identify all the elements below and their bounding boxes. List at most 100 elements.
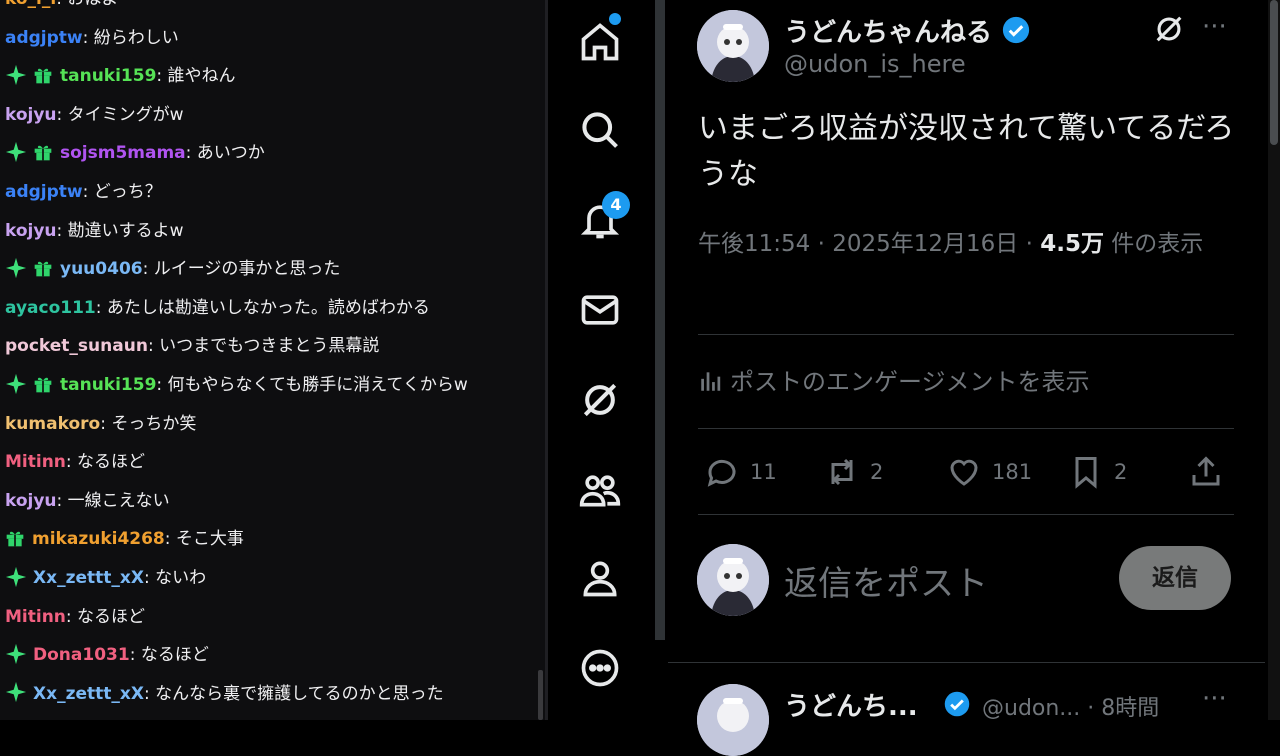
chat-text: : なるほど [65, 606, 146, 627]
chat-message: ko_i_i: おはよ [5, 0, 118, 18]
chat-message: yuu0406: ルイージの事かと思った [5, 250, 340, 288]
next-post-author[interactable]: うどんち... [784, 686, 918, 723]
scrollbar-thumb[interactable] [1270, 0, 1278, 145]
side-nav [548, 0, 653, 720]
star-badge-icon [5, 682, 27, 703]
chat-username[interactable]: sojsm5mama [60, 143, 186, 163]
reply-button[interactable]: 返信 [1119, 546, 1231, 610]
communities-icon[interactable] [574, 464, 626, 516]
repost-count: 2 [870, 460, 884, 484]
view-engagement-link[interactable]: ポストのエンゲージメントを表示 [698, 362, 1090, 397]
heart-icon [950, 459, 978, 486]
reply-bubble-icon [707, 459, 736, 487]
chat-text: : 紛らわしい [82, 27, 179, 48]
post-time[interactable]: 午後11:54 · 2025年12月16日 · [698, 231, 1040, 257]
chat-username[interactable]: adgjptw [5, 182, 83, 202]
author-handle[interactable]: @udon_is_here [784, 50, 966, 78]
chat-username[interactable]: Xx_zettt_xX [33, 568, 144, 588]
chat-text: : そっちか笑 [100, 413, 197, 434]
chat-username[interactable]: mikazuki4268 [32, 529, 165, 549]
reply-input[interactable]: 返信をポスト [784, 556, 988, 605]
divider [698, 514, 1234, 515]
chat-username[interactable]: Mitinn [5, 452, 66, 472]
chat-username[interactable]: adgjptw [5, 28, 83, 48]
gift-badge-icon [34, 145, 52, 161]
next-post-handle-time[interactable]: @udon... · 8時間 [982, 690, 1159, 722]
next-post-more-icon[interactable]: ··· [1202, 684, 1227, 714]
my-avatar[interactable] [697, 544, 769, 616]
grok-icon[interactable] [1152, 12, 1186, 46]
chat-text: : おはよ [56, 0, 118, 9]
reply-action[interactable]: 11 [704, 452, 777, 492]
bookmark-action[interactable]: 2 [1068, 452, 1127, 492]
chat-message: adgjptw: 紛らわしい [5, 19, 179, 57]
chat-username[interactable]: ayaco111 [5, 298, 96, 318]
nav-scrollbar[interactable] [655, 0, 665, 640]
chat-text: : なるほど [65, 452, 146, 473]
chat-username[interactable]: Dona1031 [33, 645, 130, 665]
gift-badge-icon [34, 68, 52, 84]
like-count: 181 [992, 460, 1033, 484]
chat-message: tanuki159: 何もやらなくても勝手に消えてくからw [5, 366, 468, 404]
chat-username[interactable]: pocket_sunaun [5, 336, 148, 356]
chat-text: : ルイージの事かと思った [142, 259, 341, 280]
chat-text: : どっち？ [82, 182, 162, 202]
next-post-avatar[interactable] [697, 684, 769, 756]
chat-username[interactable]: Mitinn [5, 607, 66, 627]
chat-message: pocket_sunaun: いつまでもつきまとう黒幕説 [5, 327, 379, 365]
post-more-icon[interactable]: ··· [1202, 12, 1232, 46]
chat-message: Dona1031: なるほど [5, 636, 209, 674]
chat-text: : 勘違いするよw [56, 220, 184, 241]
chat-username[interactable]: kojyu [5, 221, 57, 241]
more-options-icon[interactable] [574, 642, 626, 694]
divider [698, 428, 1234, 429]
chat-message: tanuki159: 誰やねん [5, 57, 236, 95]
search-icon[interactable] [574, 104, 626, 156]
star-badge-icon [5, 566, 27, 587]
like-action[interactable]: 181 [946, 452, 1032, 492]
gift-badge-icon [34, 377, 52, 392]
verified-badge-icon [1002, 16, 1030, 44]
chat-username[interactable]: ko_i_i [5, 0, 56, 9]
repost-action[interactable]: 2 [824, 452, 883, 492]
chat-text: : いつまでもつきまとう黒幕説 [147, 336, 380, 357]
chat-text: : 誰やねん [156, 66, 236, 87]
chat-username[interactable]: tanuki159 [60, 66, 156, 86]
bookmark-count: 2 [1114, 460, 1128, 484]
chat-message: sojsm5mama: あいつか [5, 134, 265, 172]
share-action[interactable] [1188, 452, 1234, 492]
post-text: いまごろ収益が没収されて驚いてるだろうな [698, 111, 1235, 192]
chat-scrollbar[interactable] [538, 670, 543, 720]
chat-message: Xx_zettt_xX: ないわ [5, 559, 206, 597]
chat-username[interactable]: tanuki159 [60, 375, 156, 395]
star-badge-icon [5, 643, 27, 664]
divider [668, 662, 1265, 663]
engagement-label: ポストのエンゲージメントを表示 [730, 368, 1090, 396]
author-name[interactable]: うどんちゃんねる [784, 12, 992, 49]
chat-username[interactable]: kumakoro [5, 414, 100, 434]
chat-text: : 何もやらなくても勝手に消えてくからw [156, 375, 468, 395]
post-meta: 午後11:54 · 2025年12月16日 · 4.5万 件の表示 [698, 224, 1228, 264]
chat-username[interactable]: Xx_zettt_xX [33, 684, 144, 704]
chat-message: adgjptw: どっち？ [5, 173, 162, 211]
author-avatar[interactable] [697, 10, 769, 82]
chat-message: Xx_zettt_xX: なんなら裏で擁護してるのかと思った [5, 675, 444, 713]
profile-icon[interactable] [574, 552, 626, 604]
chat-message: Mitinn: なるほど [5, 443, 145, 481]
chat-username[interactable]: yuu0406 [60, 259, 143, 279]
chat-text: : 一線こえない [56, 490, 170, 511]
chat-username[interactable]: kojyu [5, 491, 57, 511]
reply-count: 11 [750, 460, 777, 484]
chat-message: ayaco111: あたしは勘違いしなかった。読めばわかる [5, 289, 430, 327]
bookmark-icon [1075, 457, 1097, 489]
chat-username[interactable]: kojyu [5, 105, 57, 125]
chat-message: kojyu: 一線こえない [5, 482, 170, 520]
post-scrollbar[interactable] [1268, 0, 1280, 720]
chat-text: : なるほど [129, 645, 209, 666]
grok-icon[interactable] [574, 374, 626, 426]
star-badge-icon [5, 373, 27, 394]
star-badge-icon [5, 64, 27, 85]
messages-mail-icon[interactable] [574, 284, 626, 336]
chat-text: : そこ大事 [164, 529, 244, 550]
chat-message: kojyu: 勘違いするよw [5, 212, 184, 250]
